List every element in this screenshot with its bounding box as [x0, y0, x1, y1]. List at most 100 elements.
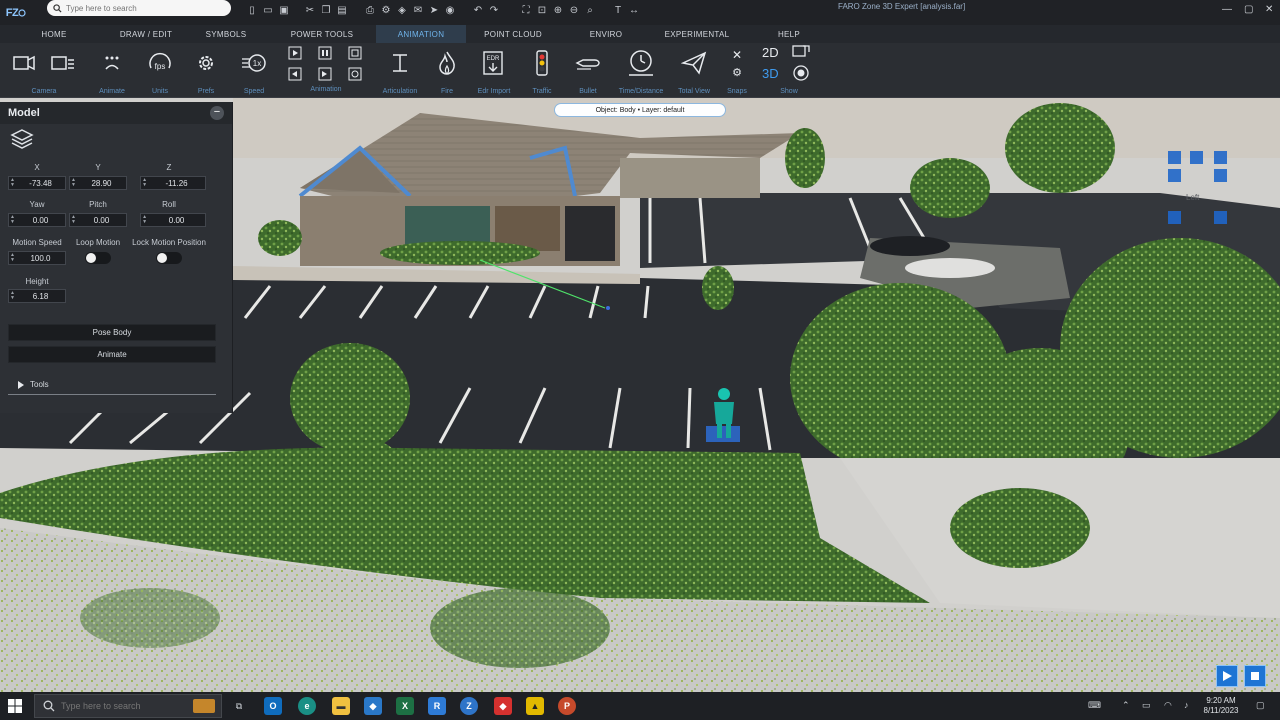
- taskbar-search-input[interactable]: [61, 701, 171, 711]
- motion-speed-field[interactable]: ▲ ▼: [8, 251, 66, 265]
- zoom-in-icon[interactable]: ⊕: [552, 3, 564, 17]
- screen-share-icon[interactable]: [792, 44, 810, 60]
- close-icon[interactable]: ✕: [1265, 4, 1273, 15]
- keyboard-icon[interactable]: ⌨: [1088, 700, 1101, 711]
- y-input[interactable]: [77, 178, 126, 188]
- roll-field[interactable]: ▲ ▼: [140, 213, 206, 227]
- powerpoint-icon[interactable]: P: [558, 697, 576, 715]
- layers-icon[interactable]: ◈: [396, 3, 408, 17]
- tools-expander[interactable]: Tools: [8, 375, 216, 395]
- show-hidden-icons-icon[interactable]: ⌃: [1122, 700, 1130, 711]
- y-field[interactable]: ▲ ▼: [69, 176, 127, 190]
- paste-icon[interactable]: ▤: [336, 3, 348, 17]
- x-stepper-icon[interactable]: ▲ ▼: [9, 177, 16, 189]
- pitch-input[interactable]: [77, 215, 126, 225]
- pitch-stepper-icon[interactable]: ▲ ▼: [70, 214, 77, 226]
- camera-icon[interactable]: ◉: [444, 3, 456, 17]
- record-icon[interactable]: [348, 67, 362, 81]
- cut-icon[interactable]: ✂: [304, 3, 316, 17]
- pose-body-button[interactable]: Pose Body: [8, 324, 216, 341]
- new-file-icon[interactable]: ▯: [246, 3, 258, 17]
- view-3d-button[interactable]: 3D: [762, 66, 786, 81]
- minimize-icon[interactable]: —: [1222, 4, 1232, 15]
- y-stepper-icon[interactable]: ▲ ▼: [70, 177, 77, 189]
- battery-icon[interactable]: ▭: [1142, 700, 1151, 711]
- app-search-box[interactable]: [47, 0, 231, 16]
- x-field[interactable]: ▲ ▼: [8, 176, 66, 190]
- email-icon[interactable]: ✉: [412, 3, 424, 17]
- zoom-window-icon[interactable]: ⊡: [536, 3, 548, 17]
- notifications-icon[interactable]: ▢: [1256, 700, 1265, 711]
- height-field[interactable]: ▲ ▼: [8, 289, 66, 303]
- collapse-panel-button[interactable]: −: [210, 106, 224, 120]
- ribbon-group-speed[interactable]: 1x Speed: [236, 43, 272, 98]
- step-forward-icon[interactable]: [318, 67, 332, 81]
- rewind-icon[interactable]: [288, 67, 302, 81]
- yaw-input[interactable]: [16, 215, 65, 225]
- edge-icon[interactable]: e: [298, 697, 316, 715]
- height-stepper-icon[interactable]: ▲ ▼: [9, 290, 16, 302]
- roll-stepper-icon[interactable]: ▲ ▼: [141, 214, 148, 226]
- ribbon-group-fire[interactable]: Fire: [432, 43, 462, 98]
- yaw-stepper-icon[interactable]: ▲ ▼: [9, 214, 16, 226]
- yaw-field[interactable]: ▲ ▼: [8, 213, 66, 227]
- navcube-top[interactable]: [1190, 151, 1203, 164]
- copy-icon[interactable]: ❐: [320, 3, 332, 17]
- app-search-input[interactable]: [66, 3, 216, 13]
- motion-speed-input[interactable]: [16, 253, 65, 263]
- z-field[interactable]: ▲ ▼: [140, 176, 206, 190]
- z-stepper-icon[interactable]: ▲ ▼: [141, 177, 148, 189]
- animate-button[interactable]: Animate: [8, 346, 216, 363]
- play-button[interactable]: [1216, 665, 1238, 687]
- zone-app-icon[interactable]: Z: [460, 697, 478, 715]
- redo-icon[interactable]: ↷: [488, 3, 500, 17]
- tab-point-cloud[interactable]: POINT CLOUD: [466, 25, 560, 43]
- navcube-corner-tr[interactable]: [1214, 151, 1227, 164]
- ribbon-group-snaps[interactable]: ✕ ⚙ Snaps: [724, 43, 750, 98]
- tab-home[interactable]: HOME: [0, 25, 108, 43]
- ribbon-group-prefs[interactable]: Prefs: [190, 43, 222, 98]
- ribbon-group-camera[interactable]: Camera: [6, 43, 82, 98]
- print-icon[interactable]: ⎙: [364, 3, 376, 17]
- task-view-icon[interactable]: ⧉: [230, 697, 248, 715]
- taskbar-search-box[interactable]: [34, 694, 222, 718]
- ribbon-group-time-distance[interactable]: Time/Distance: [614, 43, 668, 98]
- z-input[interactable]: [148, 178, 205, 188]
- ribbon-group-units[interactable]: fps Units: [142, 43, 178, 98]
- wifi-icon[interactable]: ◠: [1164, 700, 1172, 711]
- system-clock[interactable]: 9:20 AM 8/11/2023: [1196, 696, 1246, 716]
- tab-animation[interactable]: ANIMATION: [376, 25, 466, 43]
- lock-motion-toggle[interactable]: [156, 252, 182, 264]
- zoom-extents-icon[interactable]: ⛶: [520, 3, 532, 17]
- navcube-corner-bl[interactable]: [1168, 211, 1181, 224]
- undo-icon[interactable]: ↶: [472, 3, 484, 17]
- navcube-corner-tl[interactable]: [1168, 151, 1181, 164]
- app-cube-icon[interactable]: ◆: [364, 697, 382, 715]
- tab-experimental[interactable]: EXPERIMENTAL: [652, 25, 742, 43]
- excel-icon[interactable]: X: [396, 697, 414, 715]
- view-2d-button[interactable]: 2D: [762, 45, 786, 60]
- outlook-icon[interactable]: O: [264, 697, 282, 715]
- target-icon[interactable]: [792, 64, 810, 82]
- text-icon[interactable]: T: [612, 3, 624, 17]
- share-icon[interactable]: ➤: [428, 3, 440, 17]
- tab-draw-edit[interactable]: DRAW / EDIT: [108, 25, 184, 43]
- tab-symbols[interactable]: SYMBOLS: [184, 25, 268, 43]
- navigation-cube[interactable]: Left: [1168, 151, 1230, 227]
- layers-icon[interactable]: [10, 128, 34, 150]
- tab-enviro[interactable]: ENVIRO: [560, 25, 652, 43]
- stop-icon[interactable]: [348, 46, 362, 60]
- triangle-app-icon[interactable]: ▲: [526, 697, 544, 715]
- maximize-icon[interactable]: ▢: [1244, 4, 1253, 15]
- navcube-edge-tl[interactable]: [1168, 169, 1181, 182]
- pitch-field[interactable]: ▲ ▼: [69, 213, 127, 227]
- ribbon-group-traffic[interactable]: Traffic: [528, 43, 556, 98]
- start-button[interactable]: [0, 692, 30, 720]
- zoom-icon[interactable]: ⌕: [584, 3, 596, 17]
- pause-icon[interactable]: [318, 46, 332, 60]
- settings-icon[interactable]: ⚙: [380, 3, 392, 17]
- open-file-icon[interactable]: ▭: [262, 3, 274, 17]
- ribbon-group-edr-import[interactable]: EDR Edr Import: [474, 43, 514, 98]
- save-icon[interactable]: ▣: [278, 3, 290, 17]
- tab-power-tools[interactable]: POWER TOOLS: [268, 25, 376, 43]
